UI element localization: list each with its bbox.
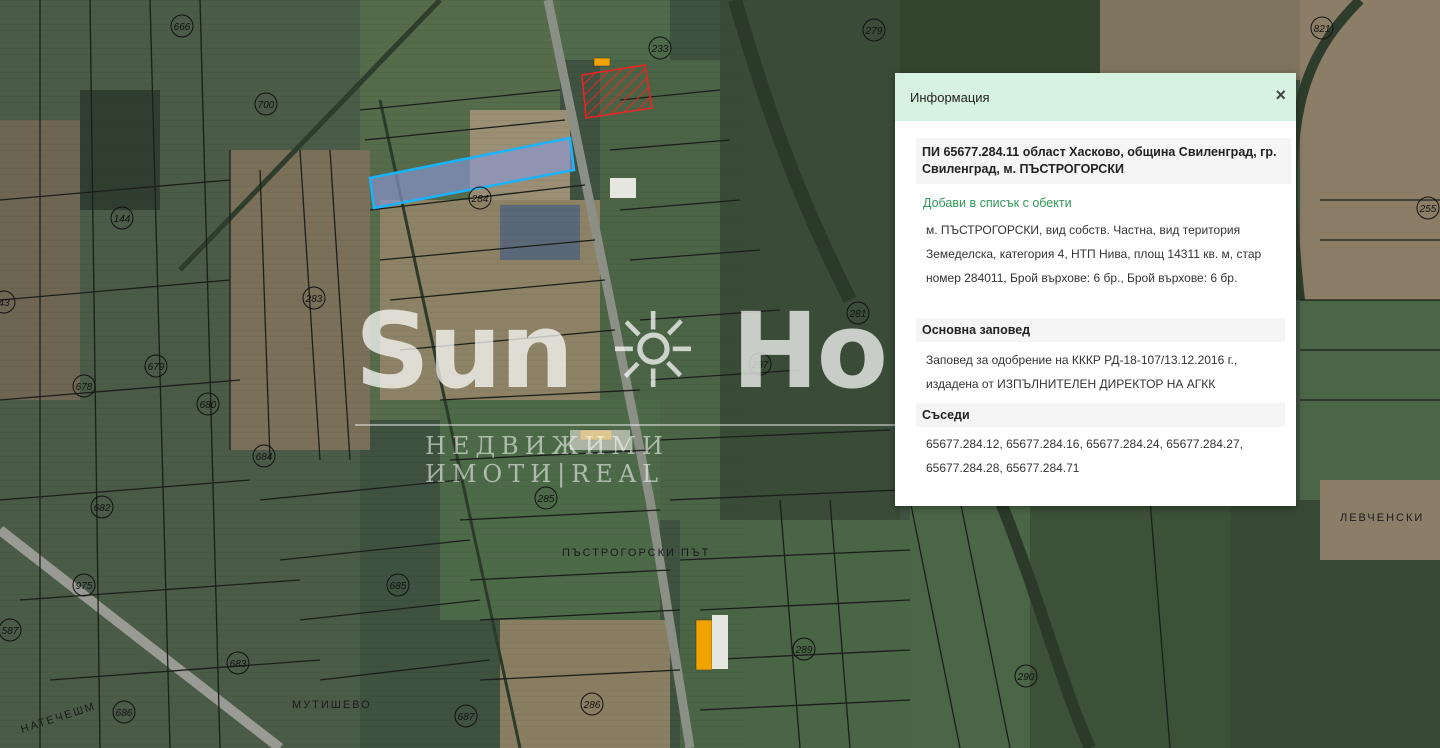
svg-text:678: 678 (76, 382, 93, 393)
info-panel: Информация × ПИ 65677.284.11 област Хаск… (895, 73, 1296, 506)
svg-text:587: 587 (2, 626, 19, 637)
svg-text:686: 686 (116, 708, 133, 719)
svg-text:283: 283 (305, 294, 323, 305)
svg-text:286: 286 (583, 700, 601, 711)
svg-text:680: 680 (200, 400, 217, 411)
svg-text:683: 683 (230, 659, 247, 670)
order-text: Заповед за одобрение на КККР РД-18-107/1… (926, 353, 1238, 391)
parcel-details: м. ПЪСТРОГОРСКИ, вид собств. Частна, вид… (926, 223, 1262, 285)
svg-text:290: 290 (1017, 672, 1035, 683)
svg-text:279: 279 (865, 26, 883, 37)
svg-text:144: 144 (114, 214, 131, 225)
svg-text:975: 975 (76, 581, 93, 592)
svg-text:284: 284 (471, 194, 489, 205)
neighbors-header: Съседи (916, 403, 1285, 427)
svg-text:682: 682 (94, 503, 111, 514)
svg-text:289: 289 (795, 645, 813, 656)
svg-text:685: 685 (390, 581, 407, 592)
svg-text:285: 285 (537, 494, 555, 505)
close-icon[interactable]: × (1275, 86, 1286, 104)
svg-text:687: 687 (458, 712, 475, 723)
parcel-title: ПИ 65677.284.11 област Хасково, община С… (916, 138, 1291, 184)
place-label: МУТИШЕВО (292, 699, 372, 711)
svg-text:255: 255 (1419, 204, 1437, 215)
svg-text:287: 287 (751, 360, 769, 371)
svg-text:281: 281 (849, 309, 867, 320)
info-panel-header: Информация × (895, 73, 1296, 121)
svg-text:233: 233 (651, 44, 669, 55)
add-to-list-link[interactable]: Добави в списък с обекти (923, 196, 1072, 210)
svg-text:43: 43 (0, 298, 10, 309)
order-header: Основна заповед (916, 318, 1285, 342)
svg-text:821: 821 (1314, 24, 1331, 35)
neighbors-list: 65677.284.12, 65677.284.16, 65677.284.24… (926, 437, 1243, 475)
hatched-parcel[interactable] (581, 64, 653, 119)
place-label: ПЪСТРОГОРСКИ ПЪТ (562, 547, 710, 559)
info-panel-title: Информация (910, 90, 990, 105)
svg-text:684: 684 (256, 452, 273, 463)
place-label: ЛЕВЧЕНСКИ (1340, 512, 1424, 524)
svg-text:666: 666 (174, 22, 191, 33)
svg-text:679: 679 (148, 362, 165, 373)
svg-text:700: 700 (258, 100, 275, 111)
